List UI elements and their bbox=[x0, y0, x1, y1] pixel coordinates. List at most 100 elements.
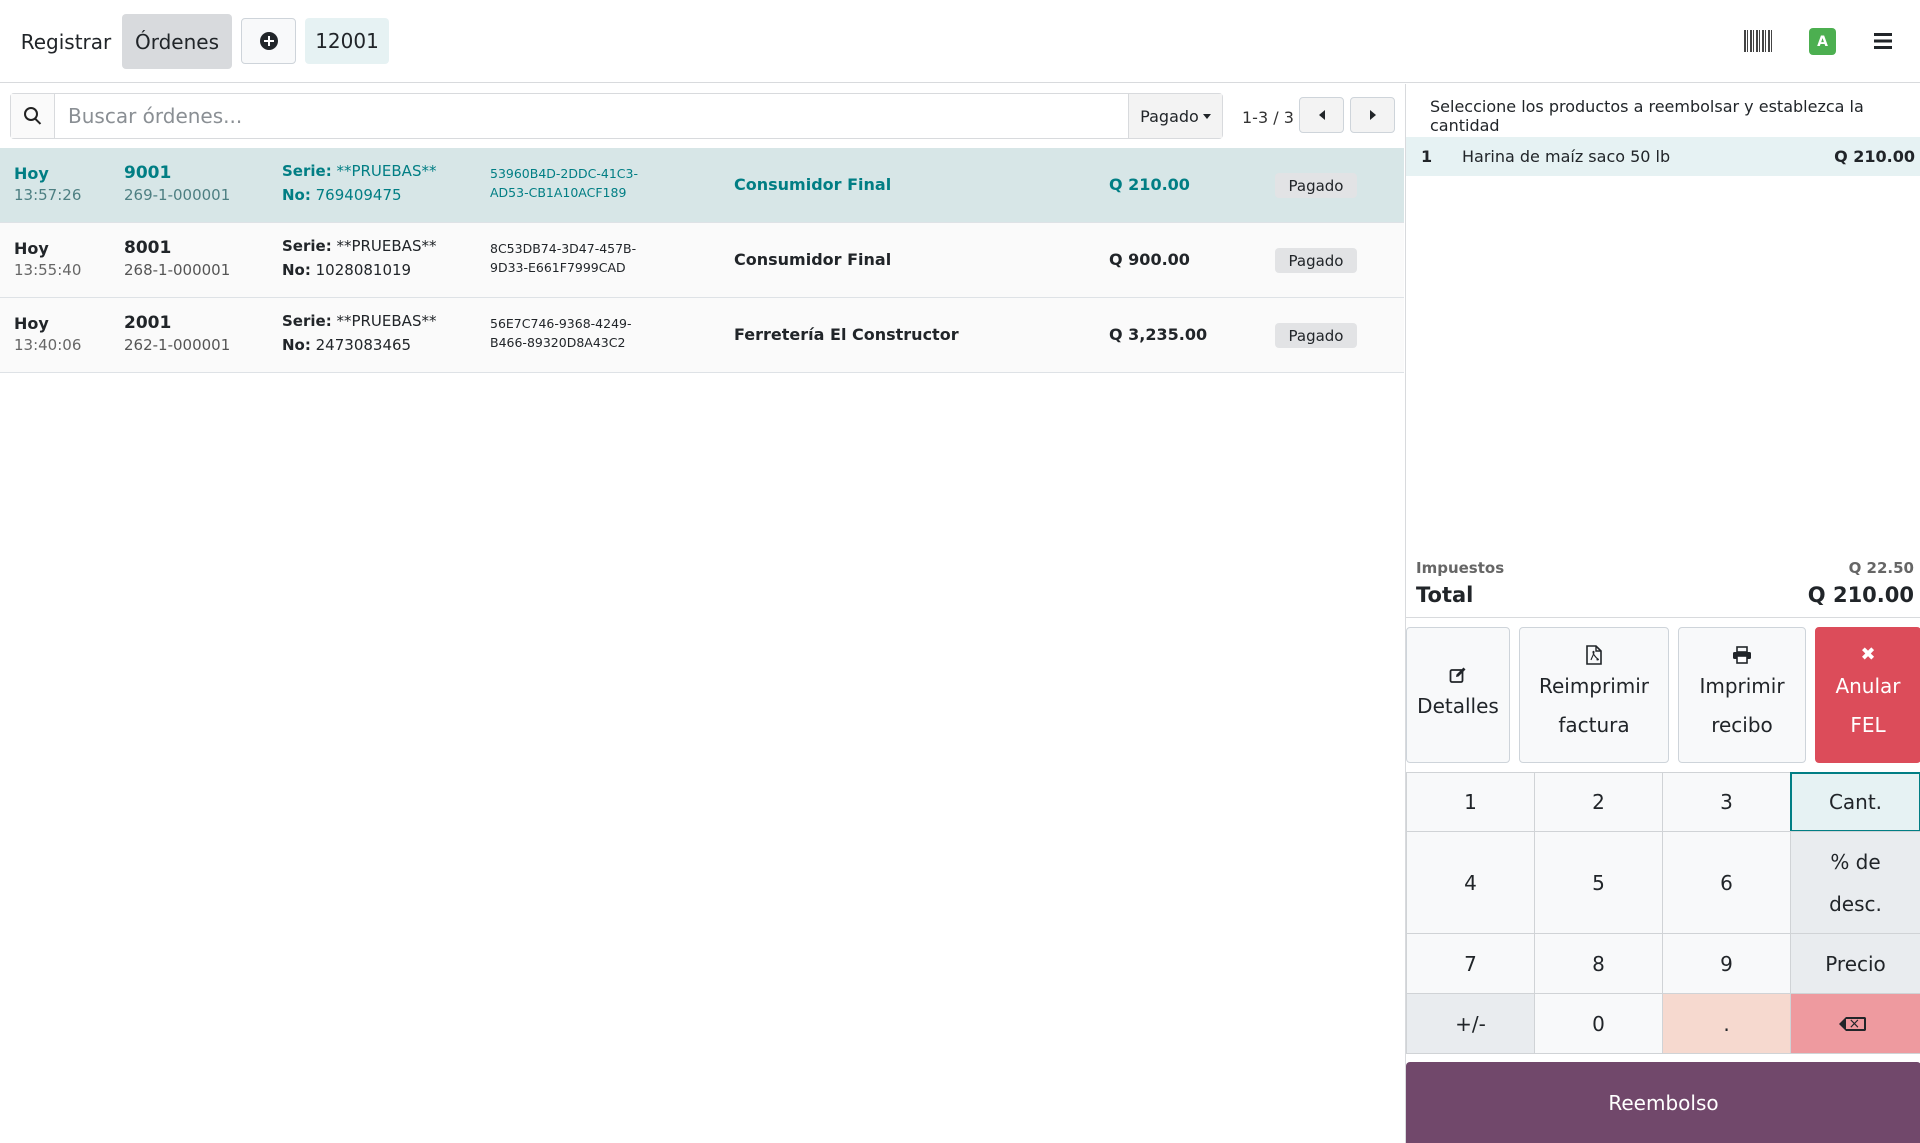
nav-orders-button[interactable]: Órdenes bbox=[122, 14, 232, 69]
backspace-icon bbox=[1838, 1014, 1866, 1034]
pager-next-button[interactable] bbox=[1350, 97, 1395, 133]
order-reference: 269-1-000001 bbox=[124, 186, 231, 204]
order-invoice-no: No: 1028081019 bbox=[282, 261, 411, 279]
details-label: Detalles bbox=[1417, 693, 1499, 718]
order-row[interactable]: Hoy 13:55:40 8001 268-1-000001 Serie: **… bbox=[0, 223, 1404, 298]
order-date: Hoy bbox=[14, 314, 49, 333]
refund-line-qty: 1 bbox=[1421, 147, 1433, 166]
print-label-line1: Imprimir bbox=[1699, 674, 1785, 698]
void-label-line2: FEL bbox=[1850, 713, 1886, 737]
order-number: 9001 bbox=[124, 163, 172, 183]
caret-left-icon bbox=[1318, 110, 1325, 120]
nav-registrar-button[interactable]: Registrar bbox=[12, 14, 120, 69]
status-badge: Pagado bbox=[1275, 173, 1357, 198]
numpad-key-1[interactable]: 1 bbox=[1406, 772, 1535, 832]
numpad-qty-mode[interactable]: Cant. bbox=[1790, 772, 1920, 832]
reprint-label-line2: factura bbox=[1558, 713, 1630, 737]
numpad-key-9[interactable]: 9 bbox=[1662, 933, 1791, 994]
serie-value: **PRUEBAS** bbox=[336, 162, 437, 180]
search-icon-box bbox=[11, 94, 55, 138]
serie-label: Serie: bbox=[282, 312, 332, 330]
numpad-key-8[interactable]: 8 bbox=[1534, 933, 1663, 994]
avatar[interactable]: A bbox=[1809, 28, 1836, 55]
orders-list: Hoy 13:57:26 9001 269-1-000001 Serie: **… bbox=[0, 148, 1404, 373]
order-date: Hoy bbox=[14, 239, 49, 258]
new-order-button[interactable] bbox=[241, 18, 296, 64]
print-label-line2: recibo bbox=[1711, 713, 1773, 737]
order-serie: Serie: **PRUEBAS** bbox=[282, 162, 436, 180]
refund-panel: Seleccione los productos a reembolsar y … bbox=[1405, 84, 1920, 1143]
details-button[interactable]: Detalles bbox=[1406, 627, 1510, 763]
status-filter-dropdown[interactable]: Pagado bbox=[1128, 94, 1222, 138]
serie-label: Serie: bbox=[282, 237, 332, 255]
order-number: 2001 bbox=[124, 313, 172, 333]
refund-line-price: Q 210.00 bbox=[1834, 147, 1915, 166]
order-amount: Q 900.00 bbox=[1109, 250, 1190, 269]
reprint-invoice-button[interactable]: Reimprimir factura bbox=[1519, 627, 1669, 763]
numpad-key-2[interactable]: 2 bbox=[1534, 772, 1663, 832]
edit-icon bbox=[1448, 665, 1468, 685]
numpad-decimal-key[interactable]: . bbox=[1662, 993, 1791, 1054]
void-fel-button[interactable]: ✖ Anular FEL bbox=[1815, 627, 1920, 763]
serie-value: **PRUEBAS** bbox=[336, 312, 437, 330]
reprint-label-line1: Reimprimir bbox=[1538, 674, 1650, 698]
order-uuid-line2: B466-89320D8A43C2 bbox=[490, 335, 626, 350]
numpad-key-0[interactable]: 0 bbox=[1534, 993, 1663, 1054]
order-amount: Q 3,235.00 bbox=[1109, 325, 1208, 344]
tax-value: Q 22.50 bbox=[1848, 559, 1914, 577]
order-uuid-line1: 53960B4D-2DDC-41C3- bbox=[490, 166, 638, 181]
total-value: Q 210.00 bbox=[1807, 583, 1914, 607]
total-label: Total bbox=[1416, 583, 1474, 607]
order-reference: 262-1-000001 bbox=[124, 336, 231, 354]
orders-panel: Pagado 1-3 / 3 Hoy 13:57:26 9001 269-1-0… bbox=[0, 84, 1404, 1143]
order-uuid-line2: AD53-CB1A10ACF189 bbox=[490, 185, 627, 200]
refund-button[interactable]: Reembolso bbox=[1406, 1062, 1920, 1143]
pager-prev-button[interactable] bbox=[1299, 97, 1344, 133]
numpad-key-5[interactable]: 5 bbox=[1534, 831, 1663, 934]
order-time: 13:40:06 bbox=[14, 336, 82, 354]
order-invoice-no: No: 2473083465 bbox=[282, 336, 411, 354]
numpad-backspace[interactable] bbox=[1790, 993, 1920, 1054]
serie-label: Serie: bbox=[282, 162, 332, 180]
no-label: No: bbox=[282, 186, 311, 204]
order-row[interactable]: Hoy 13:40:06 2001 262-1-000001 Serie: **… bbox=[0, 298, 1404, 373]
refund-line-item[interactable]: 1 Harina de maíz saco 50 lb Q 210.00 bbox=[1406, 137, 1920, 176]
order-uuid-line1: 56E7C746-9368-4249- bbox=[490, 316, 632, 331]
numpad-sign-toggle[interactable]: +/- bbox=[1406, 993, 1535, 1054]
barcode-icon[interactable] bbox=[1744, 30, 1772, 52]
no-label: No: bbox=[282, 336, 311, 354]
numpad-key-6[interactable]: 6 bbox=[1662, 831, 1791, 934]
print-receipt-button[interactable]: Imprimir recibo bbox=[1678, 627, 1806, 763]
serie-value: **PRUEBAS** bbox=[336, 237, 437, 255]
caret-down-icon bbox=[1202, 113, 1211, 119]
numpad-key-7[interactable]: 7 bbox=[1406, 933, 1535, 994]
plus-circle-icon bbox=[259, 32, 278, 50]
tax-label: Impuestos bbox=[1416, 559, 1505, 577]
no-value: 2473083465 bbox=[315, 336, 412, 354]
pdf-file-icon bbox=[1584, 645, 1604, 665]
order-number: 8001 bbox=[124, 238, 172, 258]
void-label-line1: Anular bbox=[1835, 674, 1901, 698]
current-order-tab[interactable]: 12001 bbox=[305, 18, 389, 64]
order-amount: Q 210.00 bbox=[1109, 175, 1190, 194]
printer-icon bbox=[1732, 645, 1752, 665]
hamburger-menu-icon[interactable] bbox=[1874, 33, 1892, 49]
search-icon bbox=[23, 107, 38, 121]
order-serie: Serie: **PRUEBAS** bbox=[282, 312, 436, 330]
order-row[interactable]: Hoy 13:57:26 9001 269-1-000001 Serie: **… bbox=[0, 148, 1404, 223]
close-icon: ✖ bbox=[1860, 644, 1876, 665]
no-value: 769409475 bbox=[315, 186, 402, 204]
caret-right-icon bbox=[1369, 110, 1376, 120]
order-invoice-no: No: 769409475 bbox=[282, 186, 402, 204]
order-uuid-line1: 8C53DB74-3D47-457B- bbox=[490, 241, 637, 256]
refund-line-product: Harina de maíz saco 50 lb bbox=[1462, 147, 1671, 166]
order-client: Ferretería El Constructor bbox=[734, 325, 959, 344]
numpad-price-mode[interactable]: Precio bbox=[1790, 933, 1920, 994]
order-serie: Serie: **PRUEBAS** bbox=[282, 237, 436, 255]
discount-label-line2: desc. bbox=[1829, 891, 1882, 916]
order-client: Consumidor Final bbox=[734, 175, 892, 194]
search-input[interactable] bbox=[55, 94, 1128, 138]
numpad-key-4[interactable]: 4 bbox=[1406, 831, 1535, 934]
numpad-key-3[interactable]: 3 bbox=[1662, 772, 1791, 832]
numpad-discount-mode[interactable]: % de desc. bbox=[1790, 831, 1920, 934]
